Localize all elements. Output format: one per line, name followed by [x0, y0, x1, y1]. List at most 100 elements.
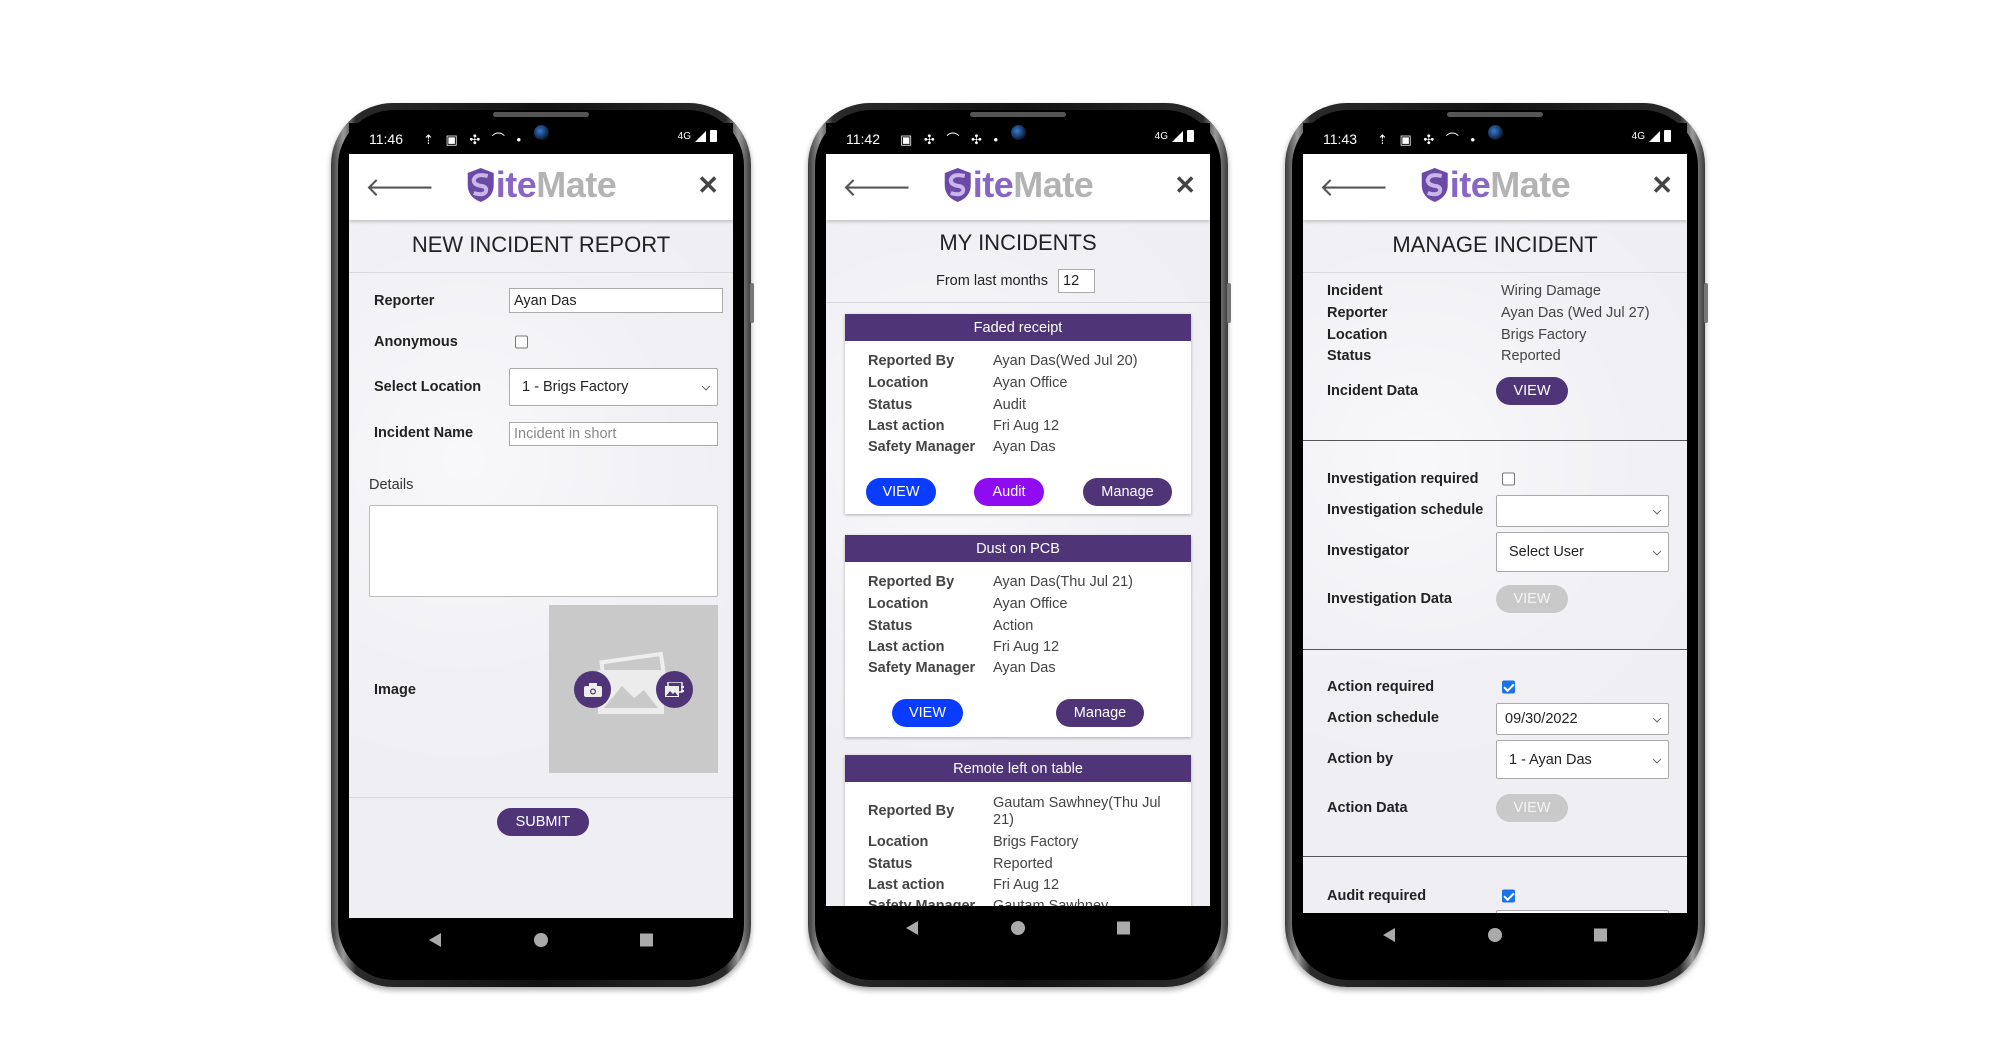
- close-icon[interactable]: ✕: [697, 170, 719, 201]
- nav-back-icon[interactable]: [906, 921, 918, 935]
- field-label: Last action: [868, 418, 945, 434]
- back-arrow-icon[interactable]: 🡐: [365, 172, 435, 203]
- reporter-label: Reporter: [1327, 305, 1388, 321]
- manage-button[interactable]: Manage: [1056, 699, 1144, 727]
- camera-icon: [583, 682, 602, 697]
- app-header: 🡐 ite Mate ✕: [826, 154, 1210, 220]
- incident-name-label: Incident Name: [374, 425, 474, 441]
- back-arrow-icon[interactable]: 🡐: [1319, 172, 1389, 203]
- network-label: 4G: [1631, 130, 1645, 142]
- action-by-select[interactable]: 1 - Ayan Das: [1496, 740, 1669, 779]
- location-value: Brigs Factory: [1501, 327, 1587, 343]
- phone-my-incidents: 11:42 ▣ ✣ ⌒ ✣ • 4G 🡐 ite Mate ✕ MY INCIDE…: [808, 103, 1231, 987]
- reporter-label: Reporter: [374, 293, 435, 309]
- notification-icons: ⇡ ▣ ✣ ⌒ •: [423, 132, 526, 147]
- camera-button[interactable]: [574, 671, 611, 708]
- action-schedule-select[interactable]: 09/30/2022: [1496, 703, 1669, 735]
- status-bar: 11:46 ⇡ ▣ ✣ ⌒ • 4G: [349, 123, 733, 154]
- action-by-value: 1 - Ayan Das: [1509, 751, 1592, 768]
- status-time: 11:42: [846, 131, 880, 147]
- audit-required-checkbox[interactable]: [1502, 889, 1515, 903]
- android-nav-bar: [349, 918, 733, 975]
- incident-card: Faded receipt Reported By Location Statu…: [845, 314, 1191, 514]
- incident-card: Remote left on table Reported By Locatio…: [845, 755, 1191, 906]
- nav-recents-icon[interactable]: [1117, 921, 1130, 935]
- divider: [349, 272, 733, 273]
- notification-icons: ▣ ✣ ⌒ ✣ •: [900, 132, 1003, 147]
- nav-home-icon[interactable]: [1011, 921, 1025, 935]
- phone-manage-incident: 11:43 ⇡ ▣ ✣ ⌒ • 4G 🡐 ite Mate ✕ MANAGE IN…: [1285, 103, 1708, 987]
- nav-home-icon[interactable]: [1488, 928, 1502, 942]
- page-title: MY INCIDENTS: [939, 230, 1097, 255]
- action-required-label: Action required: [1327, 679, 1435, 695]
- action-by-label: Action by: [1327, 751, 1394, 767]
- logo-text-site: ite: [1449, 164, 1491, 205]
- phone-new-incident: 11:46 ⇡ ▣ ✣ ⌒ • 4G 🡐 ite Mate ✕ NEW INCID…: [331, 103, 754, 987]
- investigation-schedule-select[interactable]: [1496, 495, 1669, 527]
- last-action-value: Fri Aug 12: [993, 418, 1060, 434]
- nav-home-icon[interactable]: [534, 933, 548, 947]
- close-icon[interactable]: ✕: [1651, 170, 1673, 201]
- reported-by-value: Ayan Das(Thu Jul 21): [993, 574, 1133, 590]
- divider: [349, 797, 733, 798]
- chevron-down-icon: [1652, 754, 1662, 764]
- investigation-view-button[interactable]: VIEW: [1496, 585, 1568, 613]
- screen: 11:43 ⇡ ▣ ✣ ⌒ • 4G 🡐 ite Mate ✕ MANAGE IN…: [1303, 123, 1687, 975]
- view-button[interactable]: VIEW: [866, 478, 936, 506]
- android-nav-bar: [1303, 913, 1687, 975]
- location-select[interactable]: 1 - Brigs Factory: [509, 368, 718, 406]
- investigation-schedule-label: Investigation schedule: [1327, 502, 1484, 518]
- location-value: 1 - Brigs Factory: [522, 379, 629, 395]
- field-label: Location: [868, 596, 929, 612]
- gallery-button[interactable]: [656, 671, 693, 708]
- status-value: Audit: [993, 397, 1027, 413]
- chevron-down-icon: [1652, 547, 1662, 556]
- sitemate-logo: ite Mate: [1420, 164, 1571, 206]
- notification-icons: ⇡ ▣ ✣ ⌒ •: [1377, 132, 1480, 147]
- nav-back-icon[interactable]: [1383, 928, 1395, 942]
- app-content: 🡐 ite Mate ✕ MANAGE INCIDENT Incident Wir…: [1303, 154, 1687, 913]
- logo-text-mate: Mate: [1013, 164, 1094, 205]
- side-button: [1227, 283, 1231, 323]
- incident-view-button[interactable]: VIEW: [1496, 377, 1568, 405]
- nav-recents-icon[interactable]: [1594, 928, 1607, 942]
- camera-icon: [1011, 125, 1026, 140]
- action-view-button[interactable]: VIEW: [1496, 794, 1568, 822]
- app-header: 🡐 ite Mate ✕: [1303, 154, 1687, 220]
- back-arrow-icon[interactable]: 🡐: [842, 172, 912, 203]
- chevron-down-icon: [1652, 714, 1662, 723]
- nav-recents-icon[interactable]: [640, 933, 653, 947]
- field-label: Reported By: [868, 574, 955, 590]
- close-icon[interactable]: ✕: [1174, 170, 1196, 201]
- location-value: Ayan Office: [993, 596, 1068, 612]
- view-button[interactable]: VIEW: [892, 699, 963, 727]
- anonymous-checkbox[interactable]: [515, 335, 528, 349]
- status-label: Status: [1327, 348, 1372, 364]
- status-bar: 11:43 ⇡ ▣ ✣ ⌒ • 4G: [1303, 123, 1687, 154]
- action-required-checkbox[interactable]: [1502, 680, 1515, 694]
- battery-icon: [1187, 130, 1194, 142]
- details-textarea[interactable]: [369, 505, 718, 597]
- manage-button[interactable]: Manage: [1083, 478, 1172, 506]
- page-title: NEW INCIDENT REPORT: [411, 232, 671, 257]
- reporter-input[interactable]: Ayan Das: [509, 288, 723, 313]
- battery-icon: [710, 130, 717, 142]
- submit-button[interactable]: SUBMIT: [497, 808, 589, 836]
- image-label: Image: [374, 682, 416, 698]
- card-title: Faded receipt: [845, 314, 1191, 341]
- divider: [1303, 440, 1687, 441]
- incident-name-input[interactable]: Incident in short: [509, 422, 718, 446]
- months-input[interactable]: 12: [1058, 269, 1095, 293]
- signal-icon: [1649, 130, 1660, 142]
- nav-back-icon[interactable]: [429, 933, 441, 947]
- audit-button[interactable]: Audit: [974, 478, 1044, 506]
- sitemate-logo: ite Mate: [466, 164, 617, 206]
- incident-value: Wiring Damage: [1501, 283, 1601, 299]
- shield-s-icon: [467, 168, 494, 202]
- speaker: [970, 112, 1066, 117]
- field-label: Reported By: [868, 353, 955, 369]
- card-title: Dust on PCB: [845, 535, 1191, 562]
- reporter-value: Ayan Das (Wed Jul 27): [1501, 305, 1650, 321]
- investigator-select[interactable]: Select User: [1496, 532, 1669, 572]
- investigation-required-checkbox[interactable]: [1502, 472, 1515, 486]
